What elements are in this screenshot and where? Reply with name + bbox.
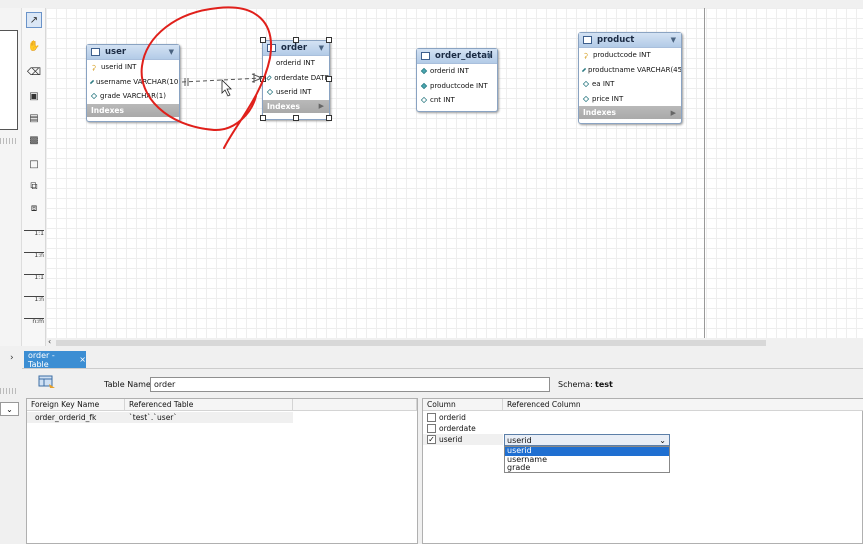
close-tab-icon[interactable]: × — [79, 355, 86, 364]
column-header[interactable]: Column — [423, 399, 503, 411]
chevron-down-icon[interactable]: ⌄ — [659, 436, 666, 445]
foreign-key-grid[interactable]: Foreign Key Name Referenced Table order_… — [26, 398, 418, 544]
referenced-column-options[interactable]: userid username grade — [504, 446, 670, 473]
column-header[interactable]: Referenced Column — [503, 399, 863, 411]
table-name-input[interactable]: order — [150, 377, 550, 392]
referenced-column-select[interactable]: userid ⌄ — [504, 434, 670, 446]
list-item[interactable]: orderid — [427, 412, 466, 423]
column-header-filler — [293, 399, 417, 411]
splitter-grip[interactable] — [0, 388, 18, 394]
expand-chevron-icon[interactable]: › — [10, 353, 14, 363]
list-item[interactable]: orderdate — [427, 423, 476, 434]
column-checkbox[interactable] — [427, 424, 436, 433]
scroll-left-arrow-icon[interactable]: ‹ — [48, 337, 51, 346]
table-name-label: Table Name: — [104, 380, 154, 389]
column-header[interactable]: Foreign Key Name — [27, 399, 125, 411]
schema-value: test — [595, 380, 613, 389]
referenced-table-cell[interactable]: `test`.`user` — [129, 412, 177, 423]
table-editor-icon — [38, 375, 55, 388]
column-checkbox-checked[interactable]: ✓ — [427, 435, 436, 444]
fk-name-cell[interactable]: order_orderid_fk — [35, 412, 96, 423]
tab-order-table[interactable]: order - Table × — [24, 351, 86, 369]
schema-label: Schema: — [558, 380, 593, 389]
dropdown-option[interactable]: grade — [505, 463, 669, 473]
scrollbar-thumb[interactable] — [56, 340, 766, 346]
mouse-cursor-icon — [221, 79, 232, 97]
column-header[interactable]: Referenced Table — [125, 399, 293, 411]
collapse-dropdown-icon[interactable]: ⌄ — [0, 402, 19, 416]
editor-tab-bar — [22, 349, 863, 369]
list-item[interactable]: ✓ userid — [427, 434, 462, 445]
column-checkbox[interactable] — [427, 413, 436, 422]
